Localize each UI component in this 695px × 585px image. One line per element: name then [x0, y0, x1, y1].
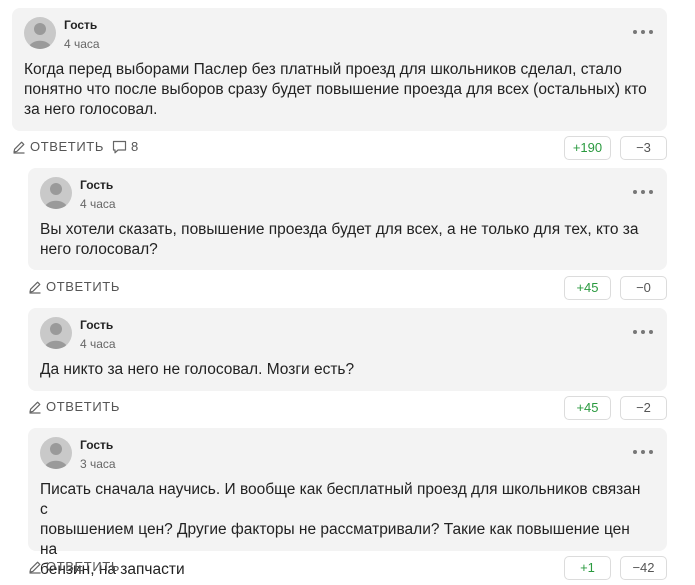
- avatar: [40, 437, 72, 469]
- comment-time: 4 часа: [80, 197, 116, 211]
- reply-button[interactable]: ОТВЕТИТЬ: [28, 399, 120, 414]
- comment-time: 4 часа: [64, 37, 100, 51]
- avatar: [24, 17, 56, 49]
- downvote-button[interactable]: −3: [620, 136, 667, 160]
- upvote-button[interactable]: +190: [564, 136, 611, 160]
- avatar: [40, 317, 72, 349]
- more-options-icon[interactable]: [633, 448, 653, 456]
- upvote-button[interactable]: +45: [564, 276, 611, 300]
- downvote-button[interactable]: −2: [620, 396, 667, 420]
- reply-label: ОТВЕТИТЬ: [46, 399, 120, 414]
- reply-button[interactable]: ОТВЕТИТЬ: [28, 559, 120, 574]
- pencil-icon: [13, 141, 25, 154]
- reply-label: ОТВЕТИТЬ: [30, 139, 104, 154]
- comment-author: Гость: [80, 178, 114, 192]
- comment-card: Гость 4 часа Вы хотели сказать, повышени…: [28, 168, 667, 270]
- pencil-icon: [29, 561, 41, 574]
- comment-author: Гость: [80, 438, 114, 452]
- reply-button[interactable]: ОТВЕТИТЬ: [12, 139, 104, 154]
- comment-text-line: понятно что после выборов сразу будет по…: [24, 81, 647, 98]
- comment-author: Гость: [64, 18, 98, 32]
- comment-card: Гость 4 часа Когда перед выборами Паслер…: [12, 8, 667, 131]
- comment-text-line: Писать сначала научись. И вообще как бес…: [40, 481, 641, 518]
- replies-count: 8: [131, 139, 139, 154]
- comment-text: Когда перед выборами Паслер без платный …: [24, 60, 651, 120]
- avatar: [40, 177, 72, 209]
- comment-actions: ОТВЕТИТЬ 8 +190 −3: [12, 136, 667, 160]
- comment-actions: ОТВЕТИТЬ +45 −2: [28, 396, 667, 420]
- upvote-button[interactable]: +1: [564, 556, 611, 580]
- comment-text: Вы хотели сказать, повышение проезда буд…: [40, 220, 651, 260]
- comment-text-line: повышением цен? Другие факторы не рассма…: [40, 521, 630, 558]
- replies-count-button[interactable]: 8: [112, 139, 138, 154]
- comment-bubble-icon: [112, 140, 127, 153]
- comment-text: Да никто за него не голосовал. Мозги ест…: [40, 360, 651, 380]
- more-options-icon[interactable]: [633, 328, 653, 336]
- comment-text-line: него голосовал?: [40, 241, 158, 258]
- comment-text-line: Да никто за него не голосовал. Мозги ест…: [40, 361, 355, 378]
- comment-time: 4 часа: [80, 337, 116, 351]
- comment-author: Гость: [80, 318, 114, 332]
- pencil-icon: [29, 281, 41, 294]
- comment-text-line: Когда перед выборами Паслер без платный …: [24, 61, 622, 78]
- comment-actions: ОТВЕТИТЬ +45 −0: [28, 276, 667, 300]
- downvote-button[interactable]: −0: [620, 276, 667, 300]
- more-options-icon[interactable]: [633, 188, 653, 196]
- more-options-icon[interactable]: [633, 28, 653, 36]
- comment-actions: ОТВЕТИТЬ +1 −42: [28, 556, 667, 580]
- pencil-icon: [29, 401, 41, 414]
- reply-button[interactable]: ОТВЕТИТЬ: [28, 279, 120, 294]
- comment-time: 3 часа: [80, 457, 116, 471]
- comment-text-line: за него голосовал.: [24, 101, 158, 118]
- downvote-button[interactable]: −42: [620, 556, 667, 580]
- upvote-button[interactable]: +45: [564, 396, 611, 420]
- reply-label: ОТВЕТИТЬ: [46, 559, 120, 574]
- comment-card: Гость 4 часа Да никто за него не голосов…: [28, 308, 667, 391]
- comment-card: Гость 3 часа Писать сначала научись. И в…: [28, 428, 667, 578]
- reply-label: ОТВЕТИТЬ: [46, 279, 120, 294]
- comment-text-line: Вы хотели сказать, повышение проезда буд…: [40, 221, 639, 238]
